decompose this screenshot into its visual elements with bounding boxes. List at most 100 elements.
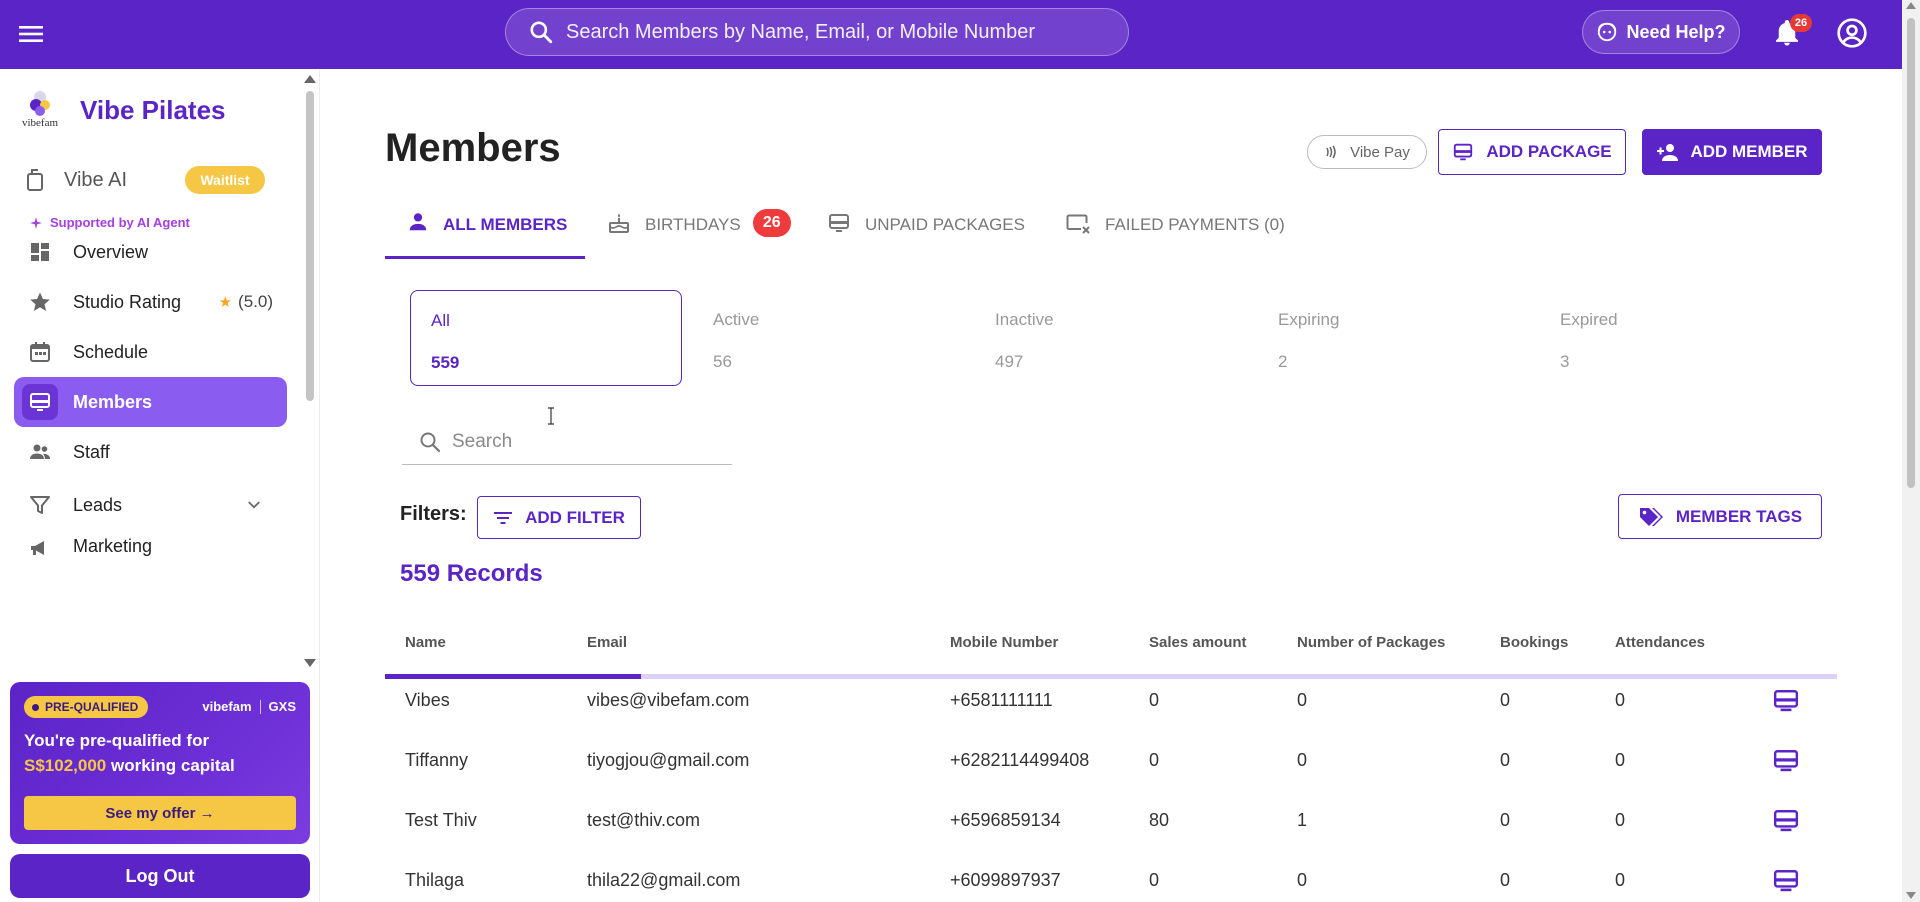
tab-all-members[interactable]: ALL MEMBERS (407, 208, 567, 260)
cell-packages: 1 (1297, 810, 1308, 830)
search-icon (528, 19, 554, 45)
member-card-icon[interactable] (1773, 688, 1799, 714)
tab-birthdays[interactable]: BIRTHDAYS 26 (607, 208, 791, 260)
staff-icon (30, 444, 50, 459)
funnel-icon (30, 496, 50, 514)
stat-inactive[interactable]: Inactive 497 (975, 290, 1247, 386)
sidebar-item-members[interactable]: Members (14, 377, 287, 427)
table-row[interactable]: Tiffanny tiyogjou@gmail.com +62821144994… (385, 732, 1837, 792)
column-header-packages[interactable]: Number of Packages (1297, 634, 1445, 651)
dashboard-icon (31, 243, 49, 261)
global-search-input[interactable] (566, 20, 1128, 44)
sidebar-item-overview[interactable]: Overview (14, 227, 287, 277)
column-header-mobile[interactable]: Mobile Number (950, 634, 1058, 651)
cell-mobile: +6282114499408 (950, 750, 1090, 770)
promo-amount: S$102,000 (24, 756, 107, 775)
stat-value: 497 (995, 352, 1024, 371)
cell-sales: 80 (1149, 810, 1170, 830)
package-card-icon (1454, 143, 1473, 161)
see-offer-button[interactable]: See my offer → (24, 796, 296, 830)
sidebar-scroll-down-icon[interactable] (304, 659, 316, 667)
tab-label: BIRTHDAYS (645, 215, 741, 234)
sidebar-item-label: Leads (73, 494, 123, 515)
cell-bookings: 0 (1500, 810, 1511, 830)
stat-active[interactable]: Active 56 (693, 290, 965, 386)
sidebar-item-label: Marketing (73, 536, 153, 556)
cell-mobile: +6099897937 (950, 870, 1061, 890)
person-add-icon (1657, 144, 1679, 161)
stat-value: 559 (431, 353, 460, 372)
stat-expired[interactable]: Expired 3 (1540, 290, 1812, 386)
need-help-button[interactable]: Need Help? (1582, 10, 1740, 54)
table-row[interactable]: Test Thiv test@thiv.com +6596859134 80 1… (385, 792, 1837, 852)
add-package-label: ADD PACKAGE (1486, 142, 1612, 161)
vibe-pay-button[interactable]: Vibe Pay (1307, 135, 1427, 169)
column-header-email[interactable]: Email (587, 634, 627, 651)
member-search-field[interactable] (402, 420, 732, 465)
rating-star-icon: ★ (218, 294, 233, 311)
sidebar-item-leads[interactable]: Leads (14, 480, 287, 530)
waitlist-badge[interactable]: Waitlist (185, 166, 265, 194)
person-icon (409, 213, 427, 231)
member-card-icon[interactable] (1773, 808, 1799, 834)
cell-email: tiyogjou@gmail.com (587, 750, 750, 770)
column-header-bookings[interactable]: Bookings (1500, 634, 1568, 651)
sidebar-item-label: Members (73, 391, 153, 412)
sidebar-scroll-up-icon[interactable] (304, 75, 316, 83)
chevron-down-icon[interactable] (245, 496, 263, 514)
stat-all[interactable]: All 559 (410, 290, 682, 386)
promo-headline-post: working capital (110, 756, 235, 775)
member-tags-label: MEMBER TAGS (1675, 506, 1803, 526)
members-table-header: Name Email Mobile Number Sales amount Nu… (385, 630, 1837, 675)
column-header-name[interactable]: Name (405, 634, 446, 651)
sidebar-item-schedule[interactable]: Schedule (14, 327, 287, 377)
member-card-icon[interactable] (1773, 868, 1799, 894)
member-search-input[interactable] (452, 431, 722, 453)
vibefam-logo: vibefam (16, 87, 64, 131)
cell-email: test@thiv.com (587, 810, 700, 830)
vibe-ai-icon (27, 169, 43, 191)
sidebar-item-marketing[interactable]: Marketing (14, 524, 287, 564)
sidebar-item-staff[interactable]: Staff (14, 427, 287, 477)
logo-wordmark: vibefam (21, 117, 59, 129)
column-header-attendances[interactable]: Attendances (1615, 634, 1705, 651)
tab-label: ALL MEMBERS (443, 215, 568, 234)
add-member-button[interactable]: ADD MEMBER (1642, 129, 1822, 175)
logout-button[interactable]: Log Out (10, 854, 310, 898)
cell-sales: 0 (1149, 870, 1160, 890)
add-package-button[interactable]: ADD PACKAGE (1438, 129, 1626, 175)
support-agent-icon (1598, 22, 1617, 42)
sidebar-scroll-thumb[interactable] (306, 91, 314, 401)
cake-icon (609, 213, 629, 233)
add-filter-button[interactable]: ADD FILTER (477, 496, 641, 539)
scroll-down-arrow-icon[interactable] (1906, 892, 1916, 899)
studio-name[interactable]: Vibe Pilates (80, 95, 226, 126)
cell-name: Vibes (405, 690, 450, 710)
cell-bookings: 0 (1500, 870, 1511, 890)
scroll-up-arrow-icon[interactable] (1906, 2, 1916, 9)
page-scroll-thumb[interactable] (1907, 18, 1915, 488)
cell-packages: 0 (1297, 690, 1308, 710)
tab-unpaid-packages[interactable]: UNPAID PACKAGES (827, 208, 1025, 260)
badge-dot (32, 703, 39, 711)
hamburger-menu-icon[interactable] (18, 21, 44, 47)
table-row[interactable]: Thilaga thila22@gmail.com +6099897937 0 … (385, 852, 1837, 902)
sidebar-item-label: Staff (73, 441, 110, 462)
global-search-bar[interactable] (505, 8, 1129, 56)
sidebar: vibefam Vibe Pilates Vibe AI Waitlist Su… (0, 69, 320, 902)
stat-expiring[interactable]: Expiring 2 (1258, 290, 1530, 386)
table-row[interactable]: Vibes vibes@vibefam.com +6581111111 0 0 … (385, 672, 1837, 732)
cell-bookings: 0 (1500, 690, 1511, 710)
sidebar-item-studio-rating[interactable]: Studio Rating ★ (5.0) (14, 277, 287, 327)
working-capital-promo: PRE-QUALIFIED vibefam GXS You're pre-qua… (10, 682, 310, 844)
member-tags-button[interactable]: MEMBER TAGS (1618, 494, 1822, 539)
column-header-sales[interactable]: Sales amount (1149, 634, 1247, 651)
account-circle-icon[interactable] (1836, 17, 1868, 49)
promo-headline: You're pre-qualified for S$102,000 worki… (24, 728, 294, 778)
page-scrollbar[interactable] (1902, 0, 1920, 902)
tab-failed-payments[interactable]: FAILED PAYMENTS (0) (1065, 208, 1285, 260)
member-card-icon[interactable] (1773, 748, 1799, 774)
promo-headline-pre: You're pre-qualified for (24, 731, 210, 750)
sidebar-scrollbar[interactable] (302, 69, 318, 669)
rating-value: (5.0) (238, 292, 273, 311)
